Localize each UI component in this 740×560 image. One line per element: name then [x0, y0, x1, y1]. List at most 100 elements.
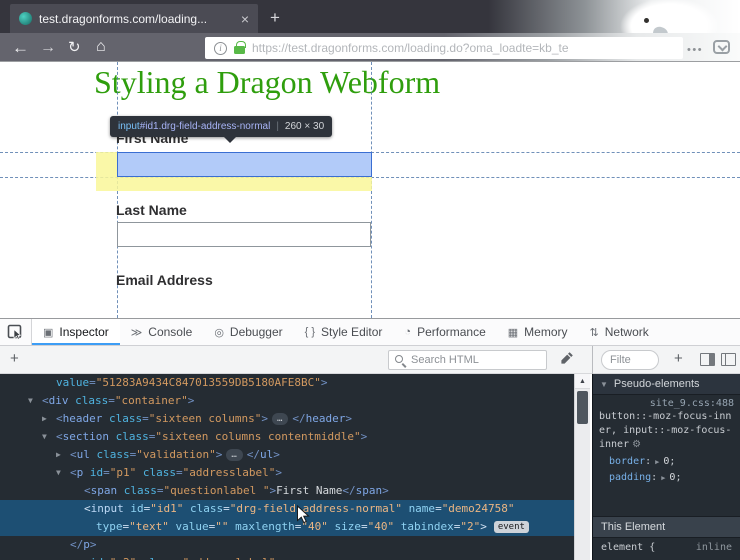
search-html-input[interactable] — [411, 354, 540, 366]
expand-twisty-icon[interactable]: ▶ — [661, 474, 665, 482]
url-bar[interactable]: i https://test.dragonforms.com/loading.d… — [205, 37, 683, 59]
markup-token: > — [345, 412, 352, 425]
markup-row[interactable]: <span class="questionlabel ">First Name<… — [0, 482, 574, 500]
devtools-tab-console[interactable]: ≫Console — [120, 319, 204, 345]
colon: : — [651, 472, 657, 483]
reload-icon[interactable]: ↻ — [68, 40, 81, 55]
markup-token — [136, 556, 143, 560]
markup-token — [117, 484, 124, 497]
markup-token: class — [143, 466, 176, 479]
home-icon[interactable]: ⌂ — [96, 39, 106, 55]
tab-close-icon[interactable]: × — [241, 12, 249, 26]
markup-token: "demo24758" — [442, 502, 515, 515]
element-picker-button[interactable] — [0, 319, 32, 345]
devtools-tab-network[interactable]: ⇅Network — [579, 319, 660, 345]
open-brace: { — [649, 542, 655, 553]
markup-scrollbar[interactable]: ▲ — [574, 374, 590, 560]
panel-divider[interactable] — [592, 346, 593, 374]
add-rule-button[interactable]: + — [674, 350, 683, 367]
devtools-tab-icon: ◎ — [214, 326, 224, 339]
markup-token: "sixteen columns contentmiddle" — [155, 430, 360, 443]
collapsed-children-icon[interactable]: … — [272, 413, 288, 425]
property-name[interactable]: padding — [609, 472, 651, 483]
event-badge[interactable]: event — [494, 521, 529, 533]
markup-token — [109, 430, 116, 443]
devtools-tab-icon: ▣ — [43, 326, 53, 339]
css-declaration-padding[interactable]: padding:▶0; — [593, 470, 740, 486]
back-icon[interactable]: ← — [12, 39, 29, 56]
markup-token: header — [63, 412, 103, 425]
highlighter-margin-bottom — [117, 177, 372, 191]
markup-token — [183, 502, 190, 515]
element-selector: element — [601, 542, 643, 553]
url-text[interactable]: https://test.dragonforms.com/loading.do?… — [252, 41, 569, 55]
expand-twisty-icon[interactable]: ▼ — [56, 464, 61, 482]
add-node-button[interactable]: + — [10, 350, 19, 367]
pocket-icon[interactable] — [713, 40, 730, 54]
markup-token — [102, 412, 109, 425]
toggle-sidebar-icon[interactable] — [700, 353, 715, 366]
css-declaration-border[interactable]: border:▶0; — [593, 454, 740, 470]
search-html-box[interactable] — [388, 350, 547, 370]
markup-token: > — [382, 484, 389, 497]
markup-token: "51283A9434C847013559DB5180AFE8BC" — [96, 376, 321, 389]
markup-row[interactable]: ▼<p id="p2" class="addresslabel"> — [0, 554, 574, 560]
info-icon[interactable]: i — [214, 42, 227, 55]
infobar-id-class: #id1.drg-field-address-normal — [140, 121, 271, 132]
markup-token: = — [176, 466, 183, 479]
markup-row[interactable]: value="51283A9434C847013559DB5180AFE8BC"… — [0, 374, 574, 392]
last-name-input[interactable] — [117, 222, 371, 247]
devtools-tab-memory[interactable]: ▦Memory — [497, 319, 579, 345]
expand-twisty-icon[interactable]: ▶ — [56, 446, 61, 464]
gear-icon[interactable]: ⚙ — [632, 439, 641, 450]
scroll-up-arrow-icon[interactable]: ▲ — [575, 374, 590, 389]
markup-row[interactable]: ▶<header class="sixteen columns">…</head… — [0, 410, 574, 428]
devtools-tab-performance[interactable]: ◔Performance — [393, 319, 496, 345]
markup-token: class — [109, 412, 142, 425]
expand-twisty-icon[interactable]: ▶ — [655, 458, 659, 466]
markup-token — [394, 520, 401, 533]
fox-eye — [644, 18, 649, 23]
property-name[interactable]: border — [609, 456, 645, 467]
new-tab-button[interactable]: + — [270, 8, 280, 28]
devtools-tab-inspector[interactable]: ▣Inspector — [32, 319, 120, 345]
forward-icon[interactable]: → — [40, 40, 56, 56]
expand-twisty-icon[interactable]: ▼ — [42, 428, 47, 446]
highlighted-input-first-name[interactable] — [117, 152, 372, 177]
markup-token: "validation" — [136, 448, 215, 461]
scrollbar-thumb[interactable] — [577, 391, 588, 424]
markup-row[interactable]: ▼<div class="container"> — [0, 392, 574, 410]
collapsed-children-icon[interactable]: … — [226, 449, 242, 461]
markup-row[interactable]: ▼<p id="p1" class="addresslabel"> — [0, 464, 574, 482]
padlock-icon — [234, 46, 245, 54]
devtools-tab-icon: ≫ — [131, 326, 143, 339]
markup-token: "sixteen columns" — [149, 412, 262, 425]
browser-tab[interactable]: test.dragonforms.com/loading... × — [10, 4, 258, 33]
chevron-down-icon[interactable]: ▼ — [600, 380, 608, 389]
browser-window: test.dragonforms.com/loading... × + ← → … — [0, 0, 740, 560]
split-panel-icon[interactable] — [721, 353, 736, 366]
filter-styles-box[interactable] — [601, 350, 659, 370]
search-icon — [395, 355, 406, 366]
markup-token: </ — [292, 412, 305, 425]
expand-twisty-icon[interactable]: ▼ — [56, 554, 61, 560]
markup-row[interactable]: ▼<section class="sixteen columns content… — [0, 428, 574, 446]
markup-row-selected[interactable]: type="text" value="" maxlength="40" size… — [0, 518, 574, 536]
markup-row[interactable]: </p> — [0, 536, 574, 554]
expand-twisty-icon[interactable]: ▶ — [42, 410, 47, 428]
infobar-tag-name: input — [118, 121, 140, 132]
devtools-tab-label: Network — [605, 325, 649, 339]
markup-token — [83, 556, 90, 560]
devtools-tab-style-editor[interactable]: { }Style Editor — [294, 319, 394, 345]
devtools-tab-debugger[interactable]: ◎Debugger — [203, 319, 293, 345]
expand-twisty-icon[interactable]: ▼ — [28, 392, 33, 410]
markup-row-selected[interactable]: <input id="id1" class="drg-field-address… — [0, 500, 574, 518]
page-actions-icon[interactable]: ••• — [687, 44, 703, 56]
markup-row[interactable]: ▶<ul class="validation">…</ul> — [0, 446, 574, 464]
rule-source-link[interactable]: site_9.css:488 — [593, 395, 740, 409]
pseudo-elements-label: Pseudo-elements — [614, 378, 700, 390]
eyedropper-icon[interactable] — [560, 351, 574, 370]
pseudo-elements-header[interactable]: ▼ Pseudo-elements — [593, 374, 740, 395]
markup-token: = — [103, 466, 110, 479]
filter-styles-input[interactable] — [610, 354, 650, 366]
